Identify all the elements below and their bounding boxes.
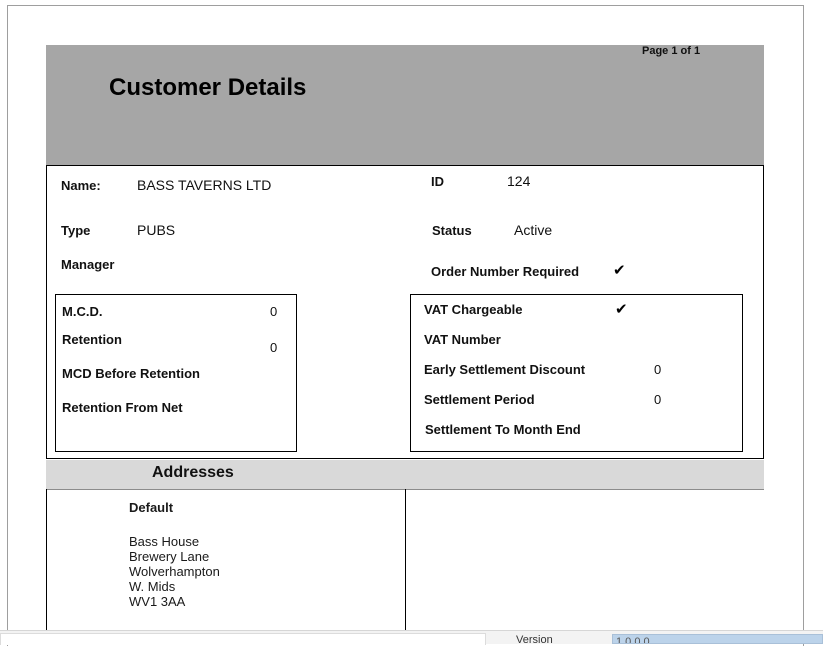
status-value: Active: [514, 222, 553, 238]
early-settlement-discount-label: Early Settlement Discount: [424, 362, 586, 377]
retention-from-net-label: Retention From Net: [62, 400, 183, 415]
settlement-to-month-end-label: Settlement To Month End: [425, 422, 581, 437]
retention-value: 0: [270, 340, 278, 355]
customer-details-panel: Name: BASS TAVERNS LTD ID 124 Type PUBS …: [46, 165, 764, 459]
address-line: W. Mids: [129, 579, 176, 594]
mcd-before-retention-label: MCD Before Retention: [62, 366, 200, 381]
vat-chargeable-label: VAT Chargeable: [424, 302, 523, 317]
mcd-value: 0: [270, 304, 278, 319]
name-value: BASS TAVERNS LTD: [137, 177, 272, 193]
default-address-label: Default: [129, 500, 174, 515]
id-label: ID: [431, 174, 444, 189]
settlement-period-value: 0: [654, 392, 662, 407]
order-number-check-icon: ✔: [613, 262, 626, 279]
type-value: PUBS: [137, 222, 176, 238]
early-settlement-discount-value: 0: [654, 362, 662, 377]
address-line: Brewery Lane: [129, 549, 210, 564]
settlement-period-label: Settlement Period: [424, 392, 535, 407]
type-label: Type: [61, 223, 91, 238]
vat-panel: VAT Chargeable ✔ VAT Number Early Settle…: [410, 294, 743, 452]
status-bar-field: [0, 633, 486, 645]
address-line: Bass House: [129, 534, 200, 549]
addresses-section-header: Addresses: [46, 460, 764, 490]
id-value: 124: [507, 173, 531, 189]
version-label: Version: [516, 634, 553, 646]
name-label: Name:: [61, 178, 101, 193]
vat-number-label: VAT Number: [424, 332, 501, 347]
report-title: Customer Details: [109, 74, 307, 101]
default-address-panel: Default Bass House Brewery Lane Wolverha…: [46, 489, 406, 639]
address-line: WV1 3AA: [129, 594, 186, 609]
manager-label: Manager: [61, 257, 115, 272]
address-line: Wolverhampton: [129, 564, 220, 579]
addresses-title: Addresses: [152, 464, 234, 481]
address-lines: Bass House Brewery Lane Wolverhampton W.…: [129, 534, 220, 609]
order-number-required-label: Order Number Required: [431, 264, 580, 279]
vat-chargeable-check-icon: ✔: [615, 301, 628, 318]
mcd-label: M.C.D.: [62, 304, 103, 319]
page-indicator: Page 1 of 1: [642, 45, 701, 57]
status-label: Status: [432, 223, 472, 238]
report-header: Page 1 of 1 Customer Details: [46, 45, 764, 165]
retention-label: Retention: [62, 332, 122, 347]
status-bar: Version 1.0.0.0: [0, 630, 823, 646]
mcd-panel: M.C.D. 0 Retention 0 MCD Before Retentio…: [55, 294, 297, 452]
